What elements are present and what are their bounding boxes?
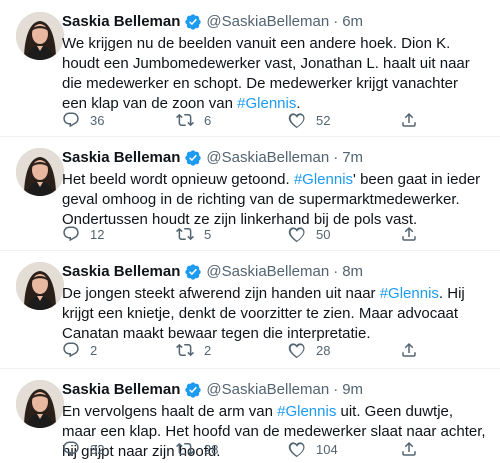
tweet[interactable]: Saskia Belleman @SaskiaBelleman · 9m En … (0, 368, 500, 463)
reply-count: 32 (90, 441, 105, 457)
tweet[interactable]: Saskia Belleman @SaskiaBelleman · 8m De … (0, 250, 500, 369)
hashtag-link[interactable]: #Glennis (380, 285, 439, 302)
separator-dot: · (333, 13, 339, 30)
like-icon (288, 341, 306, 359)
like-button[interactable]: 52 (288, 111, 330, 129)
retweet-icon (176, 111, 194, 129)
reply-icon (62, 111, 80, 129)
retweet-icon (176, 225, 194, 243)
retweet-count: 6 (204, 112, 212, 128)
tweet-text-part: Het beeld wordt opnieuw getoond. (62, 171, 294, 188)
tweet-actions: 36 6 52 (62, 110, 486, 130)
verified-badge-icon (184, 13, 202, 31)
reply-button[interactable]: 36 (62, 111, 104, 129)
share-button[interactable] (400, 341, 418, 359)
reply-button[interactable]: 12 (62, 225, 104, 243)
reply-icon (62, 440, 80, 458)
separator-dot: · (333, 381, 339, 398)
retweet-button[interactable]: 2 (176, 341, 211, 359)
author-handle[interactable]: @SaskiaBelleman (206, 262, 329, 282)
tweet-time[interactable]: 9m (342, 380, 363, 400)
retweet-count: 5 (204, 226, 212, 242)
share-button[interactable] (400, 440, 418, 458)
reply-count: 2 (90, 342, 98, 358)
tweet-text-part: En vervolgens haalt de arm van (62, 403, 278, 420)
share-icon (400, 225, 418, 243)
share-button[interactable] (400, 225, 418, 243)
reply-icon (62, 341, 80, 359)
tweet-actions: 12 5 50 (62, 224, 486, 244)
tweet[interactable]: Saskia Belleman @SaskiaBelleman · 7m Het… (0, 136, 500, 251)
avatar[interactable] (16, 262, 64, 310)
like-count: 50 (316, 226, 331, 242)
retweet-button[interactable]: 5 (176, 225, 211, 243)
retweet-button[interactable]: 28 (176, 440, 218, 458)
like-icon (288, 111, 306, 129)
tweet[interactable]: Saskia Belleman @SaskiaBelleman · 6m We … (0, 0, 500, 137)
tweet-header: Saskia Belleman @SaskiaBelleman · 6m (62, 12, 486, 32)
reply-count: 12 (90, 226, 105, 242)
author-name[interactable]: Saskia Belleman (62, 12, 180, 32)
tweet-time[interactable]: 6m (342, 12, 363, 32)
retweet-icon (176, 341, 194, 359)
share-icon (400, 111, 418, 129)
tweet-actions: 2 2 28 (62, 340, 486, 360)
verified-badge-icon (184, 263, 202, 281)
tweet-time[interactable]: 8m (342, 262, 363, 282)
share-icon (400, 341, 418, 359)
like-button[interactable]: 50 (288, 225, 330, 243)
author-name[interactable]: Saskia Belleman (62, 262, 180, 282)
like-count: 52 (316, 112, 331, 128)
like-count: 28 (316, 342, 331, 358)
author-handle[interactable]: @SaskiaBelleman (206, 148, 329, 168)
author-name[interactable]: Saskia Belleman (62, 380, 180, 400)
like-icon (288, 225, 306, 243)
like-button[interactable]: 28 (288, 341, 330, 359)
reply-button[interactable]: 2 (62, 341, 97, 359)
author-handle[interactable]: @SaskiaBelleman (206, 380, 329, 400)
like-icon (288, 440, 306, 458)
hashtag-link[interactable]: #Glennis (294, 171, 353, 188)
share-button[interactable] (400, 111, 418, 129)
avatar[interactable] (16, 12, 64, 60)
retweet-count: 2 (204, 342, 212, 358)
separator-dot: · (333, 263, 339, 280)
tweet-header: Saskia Belleman @SaskiaBelleman · 7m (62, 148, 486, 168)
separator-dot: · (333, 149, 339, 166)
tweet-actions: 32 28 104 (62, 439, 486, 459)
tweet-text-part: De jongen steekt afwerend zijn handen ui… (62, 285, 380, 302)
retweet-count: 28 (204, 441, 219, 457)
retweet-button[interactable]: 6 (176, 111, 211, 129)
tweet-text: We krijgen nu de beelden vanuit een ande… (62, 34, 486, 114)
like-button[interactable]: 104 (288, 440, 338, 458)
verified-badge-icon (184, 149, 202, 167)
reply-icon (62, 225, 80, 243)
hashtag-link[interactable]: #Glennis (277, 403, 336, 420)
reply-button[interactable]: 32 (62, 440, 104, 458)
tweet-text: De jongen steekt afwerend zijn handen ui… (62, 284, 486, 344)
share-icon (400, 440, 418, 458)
like-count: 104 (316, 441, 338, 457)
reply-count: 36 (90, 112, 105, 128)
tweet-header: Saskia Belleman @SaskiaBelleman · 9m (62, 380, 486, 400)
author-handle[interactable]: @SaskiaBelleman (206, 12, 329, 32)
tweet-timeline: Saskia Belleman @SaskiaBelleman · 6m We … (0, 0, 500, 463)
retweet-icon (176, 440, 194, 458)
tweet-time[interactable]: 7m (342, 148, 363, 168)
avatar[interactable] (16, 380, 64, 428)
author-name[interactable]: Saskia Belleman (62, 148, 180, 168)
tweet-header: Saskia Belleman @SaskiaBelleman · 8m (62, 262, 486, 282)
avatar[interactable] (16, 148, 64, 196)
verified-badge-icon (184, 381, 202, 399)
tweet-text: Het beeld wordt opnieuw getoond. #Glenni… (62, 170, 486, 230)
